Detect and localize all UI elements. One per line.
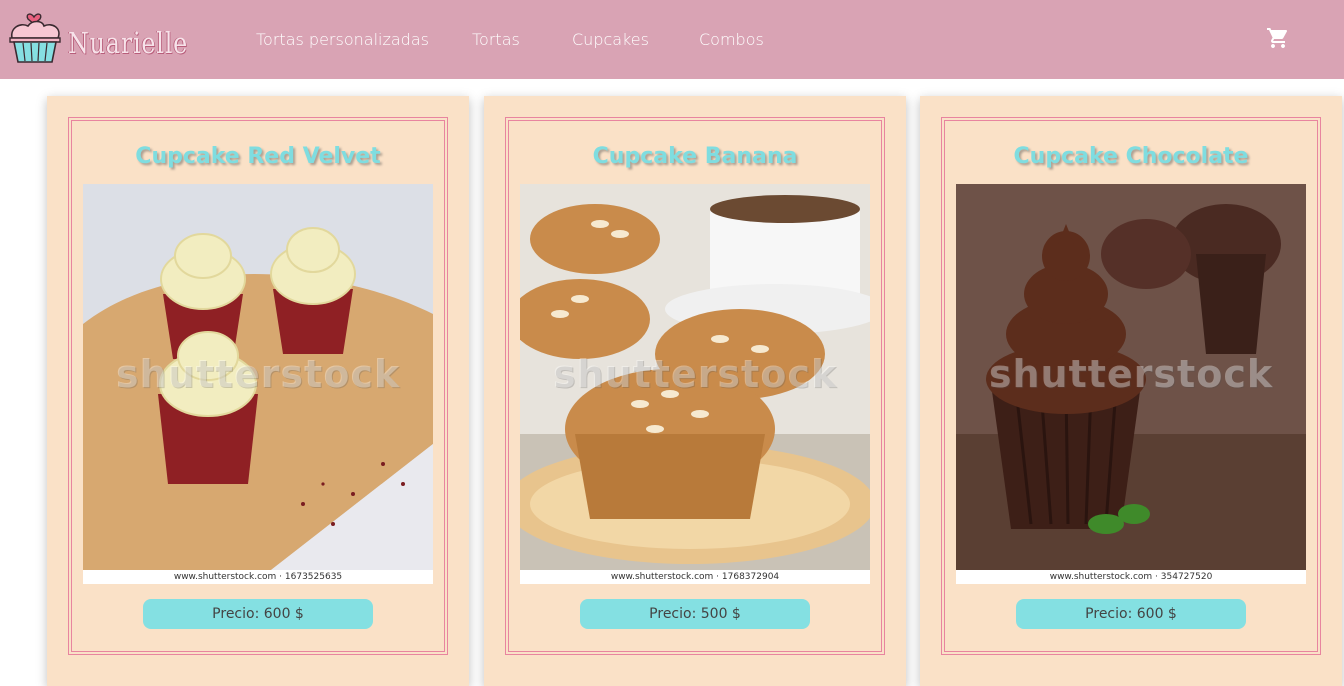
price-button[interactable]: Precio: 600 $	[1016, 599, 1246, 629]
shopping-cart-icon[interactable]	[1266, 26, 1290, 50]
navbar: Nuarielle Tortas personalizadas Tortas C…	[0, 0, 1344, 79]
product-title: Cupcake Red Velvet	[135, 144, 381, 169]
product-title: Cupcake Chocolate	[1013, 144, 1249, 169]
cupcake-logo-icon	[9, 13, 61, 63]
image-caption: www.shutterstock.com · 354727520	[956, 570, 1306, 584]
image-watermark: shutterstock	[552, 352, 838, 396]
brand-name: Nuarielle	[68, 26, 189, 60]
nav-link-tortas[interactable]: Tortas	[472, 30, 520, 49]
image-caption: www.shutterstock.com · 1673525635	[83, 570, 433, 584]
product-card-banana: Cupcake Banana shutterstock www.shutters…	[484, 96, 906, 686]
price-button[interactable]: Precio: 600 $	[143, 599, 373, 629]
product-image[interactable]: shutterstock www.shutterstock.com · 1768…	[520, 184, 870, 584]
product-card-red-velvet: Cupcake Red Velvet shutterstock www.shut…	[47, 96, 469, 686]
nav-link-combos[interactable]: Combos	[699, 30, 764, 49]
brand-logo[interactable]: Nuarielle	[6, 8, 189, 68]
image-watermark: shutterstock	[115, 352, 401, 396]
product-card-chocolate: Cupcake Chocolate shutterstock www.shutt…	[920, 96, 1342, 686]
product-title: Cupcake Banana	[592, 144, 798, 169]
product-image[interactable]: shutterstock www.shutterstock.com · 3547…	[956, 184, 1306, 584]
nav-link-tortas-personalizadas[interactable]: Tortas personalizadas	[256, 30, 429, 49]
price-button[interactable]: Precio: 500 $	[580, 599, 810, 629]
image-caption: www.shutterstock.com · 1768372904	[520, 570, 870, 584]
product-image[interactable]: shutterstock www.shutterstock.com · 1673…	[83, 184, 433, 584]
image-watermark: shutterstock	[988, 352, 1274, 396]
nav-link-cupcakes[interactable]: Cupcakes	[572, 30, 649, 49]
